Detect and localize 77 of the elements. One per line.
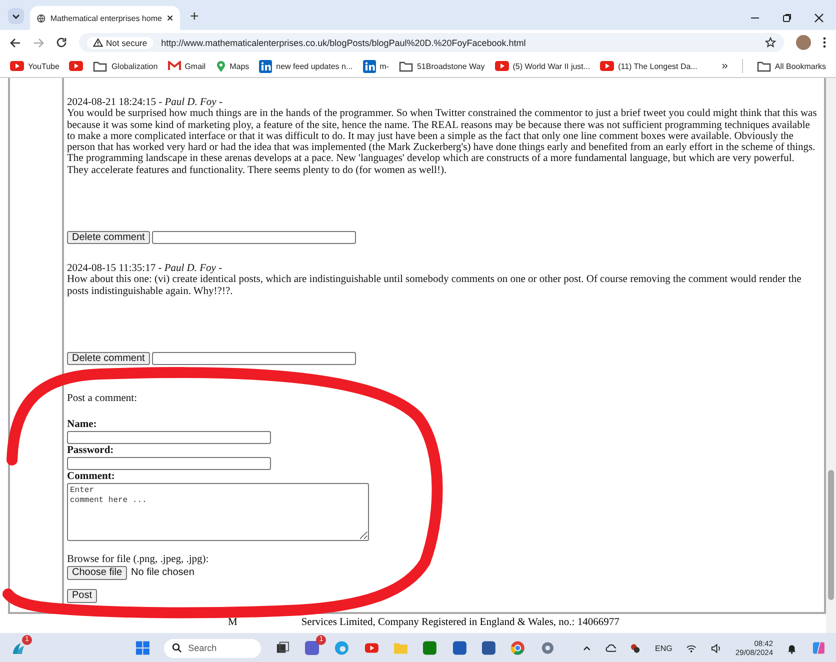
footer-text: M (228, 617, 238, 630)
chevron-down-icon (12, 14, 20, 18)
form-heading: Post a comment: (67, 392, 137, 405)
comment-header: 2024-08-21 18:24:15 - Paul D. Foy - (67, 97, 224, 108)
bookmark[interactable]: 51Broadstone Way (398, 60, 485, 72)
address-bar[interactable]: Not secure http://www.mathematicalenterprises.co.uk/blogPosts/blogPaul%20D.%20FoyFacebook.html (79, 33, 784, 52)
play-icon (600, 61, 614, 71)
name-input-field[interactable] (67, 430, 271, 444)
tab-search-button[interactable] (8, 8, 24, 24)
field-label: Password: (67, 444, 114, 457)
comment-text: How about this one: (vi) create identical posts, which are indistinguishable until somebody comments on one or other post. Of course removing the comment would render the posts indistinguishable again. Why!?!?. (67, 274, 802, 297)
url-text: http://www.mathematicalenterprises.co.uk/blogPosts/blogPaul%20D.%20FoyFacebook.html (161, 38, 526, 48)
folder-icon (93, 60, 108, 72)
bookmark[interactable] (69, 61, 84, 71)
play-icon (494, 61, 509, 71)
bookmark[interactable]: new feed updates n... (259, 60, 353, 72)
delete-comment-button[interactable]: Delete comment (67, 352, 150, 365)
comment-text: You would be surprised how much things are in the hands of the programmer. So when Twitter constrained the commentor to just a brief tweet you could might think that this was because it was some kind of marketing ploy, a feature of the site, hence the name. The REAL reasons may be because there was not sufficient programming techniques available to make a more complicated interface or that it was difficult to do. It may just have been a simple as the fact that only one line comment boxes were available. Obviously the person that has worked very hard or had the idea that was implemented (the Mark Zuckerberg's) have done things early and benefited from an early effort in the scheme of things. The programming landscape in these arenas develops at a pace. New 'languages' develop which are constructs of a more fundamental language, but which are very powerful. They accelerate features and functionality. There seems plenty to do (for women as well!). (67, 108, 818, 176)
speaker-icon[interactable] (710, 644, 722, 652)
bookmark[interactable]: Globalization (93, 60, 158, 72)
folder-icon (756, 60, 771, 72)
comment-header: 2024-08-15 11:35:17 - Paul D. Foy - (67, 263, 224, 274)
play-icon (69, 61, 84, 71)
reload-icon[interactable] (56, 37, 67, 48)
field-label: Comment: (67, 470, 115, 483)
windows-start-icon[interactable] (134, 640, 150, 656)
play-icon (10, 61, 24, 71)
bookmark[interactable]: YouTube (10, 61, 60, 71)
task-view-icon[interactable] (274, 640, 290, 656)
text-input-field[interactable] (152, 231, 356, 244)
star-icon[interactable] (765, 37, 776, 48)
folder-icon (398, 60, 413, 72)
new-tab-button[interactable]: + (186, 8, 203, 25)
in-logo-icon (259, 60, 272, 72)
tab-title: Mathematical enterprises home (50, 14, 162, 22)
bookmark[interactable]: All Bookmarks (756, 60, 826, 72)
more-bookmarks-button[interactable]: » (722, 60, 728, 72)
profile-avatar-icon[interactable] (796, 35, 811, 50)
bookmark[interactable]: m- (362, 60, 389, 72)
wifi-icon[interactable] (686, 644, 697, 652)
in-logo-icon (362, 60, 376, 72)
map-pin-icon (216, 60, 226, 72)
taskbar-search-field[interactable]: Search (164, 638, 261, 658)
security-chip[interactable]: Not secure (87, 36, 154, 48)
envelope-icon (168, 61, 181, 71)
browser-tab[interactable]: Mathematical enterprises home (30, 6, 180, 30)
close-icon[interactable] (814, 13, 824, 23)
bookmark[interactable]: Gmail (168, 61, 206, 71)
bookmark[interactable]: Maps (216, 60, 250, 72)
scrollbar-thumb[interactable] (828, 470, 834, 600)
footer-text: Services Limited, Company Registered in England & Wales, no.: 14066977 (301, 617, 620, 630)
choose-file-button[interactable]: Choose file (67, 566, 128, 580)
bookmark[interactable]: (5) World War II just... (494, 61, 590, 71)
close-icon[interactable] (166, 14, 173, 22)
search-icon (172, 643, 182, 653)
chevron-up-icon[interactable] (583, 646, 591, 650)
password-input-field[interactable] (67, 456, 271, 470)
play-icon[interactable] (364, 640, 379, 656)
bell-icon[interactable] (787, 642, 797, 654)
post-button[interactable]: Post (67, 588, 98, 603)
delete-comment-button[interactable]: Delete comment (67, 231, 150, 244)
scrollbar[interactable] (826, 78, 836, 633)
file-status-text: No file chosen (131, 567, 194, 578)
app-tray-icon[interactable] (630, 642, 641, 654)
browse-label: Browse for file (.png, .jpeg, .jpg): (67, 554, 209, 566)
globe-icon (37, 12, 46, 24)
back-arrow-icon[interactable] (10, 38, 21, 48)
comment-text-area[interactable]: Enter comment here ... (67, 482, 369, 541)
bookmark[interactable]: (11) The Longest Da... (600, 61, 698, 71)
chrome-icon[interactable] (510, 640, 526, 656)
restore-icon[interactable] (782, 13, 792, 23)
field-label: Name: (67, 418, 97, 431)
cloud-icon[interactable] (604, 644, 616, 652)
language-indicator[interactable]: ENG (654, 644, 672, 652)
text-input-field[interactable] (152, 352, 356, 365)
menu-icon[interactable] (823, 37, 826, 48)
warning-icon (93, 38, 103, 47)
